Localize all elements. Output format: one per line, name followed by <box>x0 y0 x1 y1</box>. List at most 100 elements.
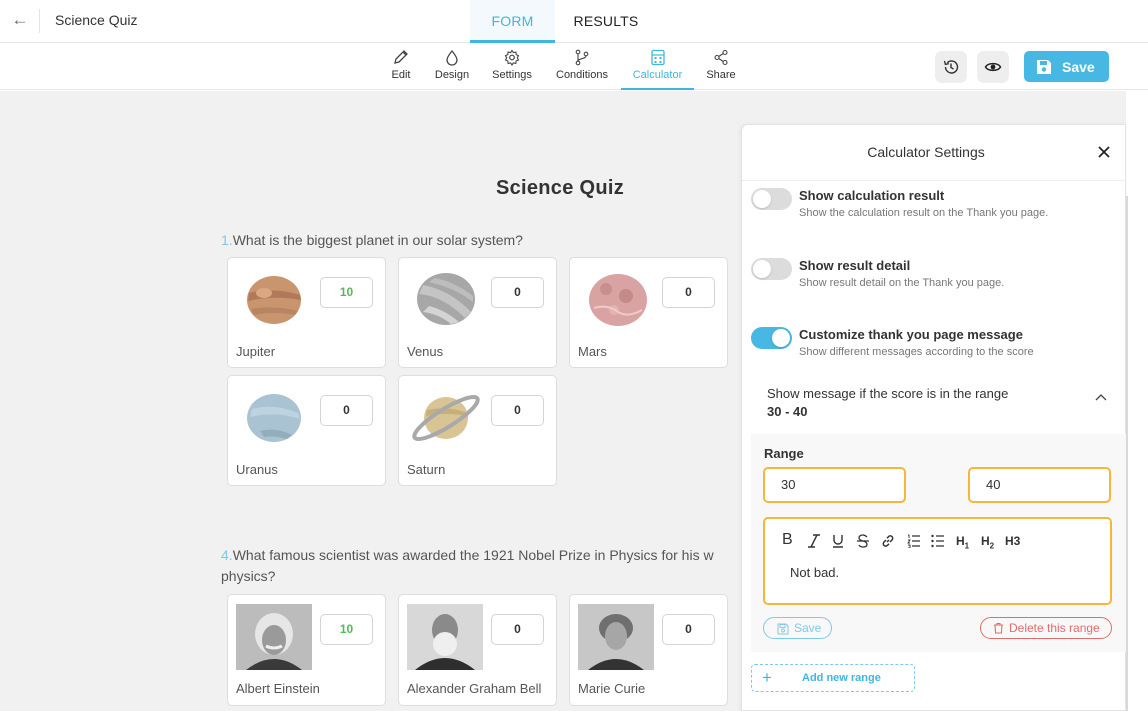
bold-button[interactable]: B <box>782 531 793 549</box>
chevron-up-icon[interactable] <box>1094 393 1108 403</box>
score-input[interactable]: 0 <box>320 395 373 426</box>
heading-2-button[interactable]: H2 <box>981 534 994 550</box>
range-header[interactable]: Show message if the score is in the rang… <box>767 385 1008 421</box>
add-new-range-button[interactable]: + Add new range <box>751 664 915 692</box>
option-card-venus[interactable]: 0 Venus <box>398 257 557 368</box>
page-title: Science Quiz <box>55 12 138 28</box>
editor-content[interactable]: Not bad. <box>790 565 839 580</box>
top-bar: ← Science Quiz FORM RESULTS <box>0 0 1148 43</box>
save-button-label: Save <box>1062 59 1095 75</box>
panel-title: Calculator Settings <box>867 144 985 160</box>
range-value: 30 - 40 <box>767 404 808 419</box>
option-title: Show calculation result <box>799 188 945 203</box>
score-input[interactable]: 0 <box>662 277 715 308</box>
option-card-mars[interactable]: 0 Mars <box>569 257 728 368</box>
score-input[interactable]: 10 <box>320 614 373 645</box>
bullet-list-icon[interactable] <box>931 534 945 548</box>
scrollbar[interactable] <box>1126 196 1128 711</box>
einstein-photo <box>236 604 312 670</box>
tool-settings[interactable]: Settings <box>490 49 534 90</box>
italic-icon[interactable] <box>807 534 821 548</box>
range-save-label: Save <box>794 621 822 635</box>
tool-conditions-label: Conditions <box>556 69 608 81</box>
option-label: Saturn <box>407 462 446 477</box>
option-card-uranus[interactable]: 0 Uranus <box>227 375 386 486</box>
share-icon <box>714 49 728 66</box>
arrow-left-icon[interactable]: ← <box>10 10 30 30</box>
tool-edit-label: Edit <box>391 69 411 81</box>
strikethrough-icon[interactable] <box>857 534 869 548</box>
tool-design-label: Design <box>434 69 470 81</box>
option-description: Show result detail on the Thank you page… <box>799 277 1005 289</box>
calculator-icon <box>650 49 665 66</box>
question-1[interactable]: 1.What is the biggest planet in our sola… <box>221 230 523 251</box>
history-button[interactable] <box>935 51 967 83</box>
score-input[interactable]: 0 <box>662 614 715 645</box>
option-card-jupiter[interactable]: 10 Jupiter <box>227 257 386 368</box>
heading-1-button[interactable]: H1 <box>956 534 969 550</box>
option-label: Marie Curie <box>578 681 646 696</box>
score-input[interactable]: 10 <box>320 277 373 308</box>
add-range-label: Add new range <box>802 672 881 684</box>
tool-calculator[interactable]: Calculator <box>621 49 694 90</box>
range-label: Range <box>764 446 804 461</box>
trash-icon <box>994 622 1003 634</box>
calculator-settings-panel: Calculator Settings Show calculation res… <box>741 124 1126 711</box>
range-editor: Range 30 40 B H1 H2 H3 Not bad. Save Del… <box>751 434 1126 652</box>
tool-calculator-label: Calculator <box>632 69 683 81</box>
tool-settings-label: Settings <box>492 69 532 81</box>
range-min-input[interactable]: 30 <box>763 467 906 503</box>
toggle-show-calculation-result[interactable] <box>751 188 792 210</box>
jupiter-image <box>247 276 301 324</box>
underline-icon[interactable] <box>832 534 844 548</box>
delete-range-button[interactable]: Delete this range <box>980 617 1112 639</box>
option-card-saturn[interactable]: 0 Saturn <box>398 375 557 486</box>
tab-form[interactable]: FORM <box>470 0 555 43</box>
question-text: What famous scientist was awarded the 19… <box>232 547 714 563</box>
bell-photo <box>407 604 483 670</box>
toggle-knob <box>772 329 790 347</box>
ordered-list-icon[interactable] <box>907 534 921 548</box>
uranus-image <box>247 394 301 442</box>
message-editor[interactable]: B H1 H2 H3 Not bad. <box>763 517 1112 605</box>
plus-icon: + <box>762 668 772 687</box>
tool-share[interactable]: Share <box>704 49 738 90</box>
venus-image <box>417 273 475 325</box>
delete-range-label: Delete this range <box>1009 621 1100 635</box>
option-label: Uranus <box>236 462 278 477</box>
droplet-icon <box>446 49 458 66</box>
heading-3-button[interactable]: H3 <box>1005 534 1020 548</box>
floppy-disk-icon <box>1037 60 1051 74</box>
form-title: Science Quiz <box>495 177 625 199</box>
option-card-albert-einstein[interactable]: 10 Albert Einstein <box>227 594 386 706</box>
option-description: Show the calculation result on the Thank… <box>799 207 1049 219</box>
gear-icon <box>504 49 520 66</box>
question-number: 1. <box>221 232 233 248</box>
option-card-marie-curie[interactable]: 0 Marie Curie <box>569 594 728 706</box>
toggle-customize-thank-you-message[interactable] <box>751 327 792 349</box>
option-label: Alexander Graham Bell <box>407 681 542 696</box>
close-icon[interactable] <box>1095 143 1113 161</box>
link-icon[interactable] <box>881 534 895 548</box>
toggle-knob <box>753 190 771 208</box>
tool-conditions[interactable]: Conditions <box>553 49 611 90</box>
option-title: Show result detail <box>799 258 911 273</box>
pencil-icon <box>394 50 408 64</box>
score-input[interactable]: 0 <box>491 277 544 308</box>
range-save-button[interactable]: Save <box>763 617 832 639</box>
save-button[interactable]: Save <box>1024 51 1109 82</box>
tab-results[interactable]: RESULTS <box>566 0 646 43</box>
range-max-input[interactable]: 40 <box>968 467 1111 503</box>
option-title: Customize thank you page message <box>799 327 1023 342</box>
option-card-alexander-graham-bell[interactable]: 0 Alexander Graham Bell <box>398 594 557 706</box>
curie-photo <box>578 604 654 670</box>
editor-toolbar: Edit Design Settings Conditions Calculat… <box>0 43 1148 90</box>
score-input[interactable]: 0 <box>491 395 544 426</box>
preview-button[interactable] <box>977 51 1009 83</box>
tool-edit[interactable]: Edit <box>385 49 417 90</box>
score-input[interactable]: 0 <box>491 614 544 645</box>
branch-icon <box>575 49 589 66</box>
divider <box>742 180 1126 181</box>
tool-design[interactable]: Design <box>433 49 471 90</box>
toggle-show-result-detail[interactable] <box>751 258 792 280</box>
